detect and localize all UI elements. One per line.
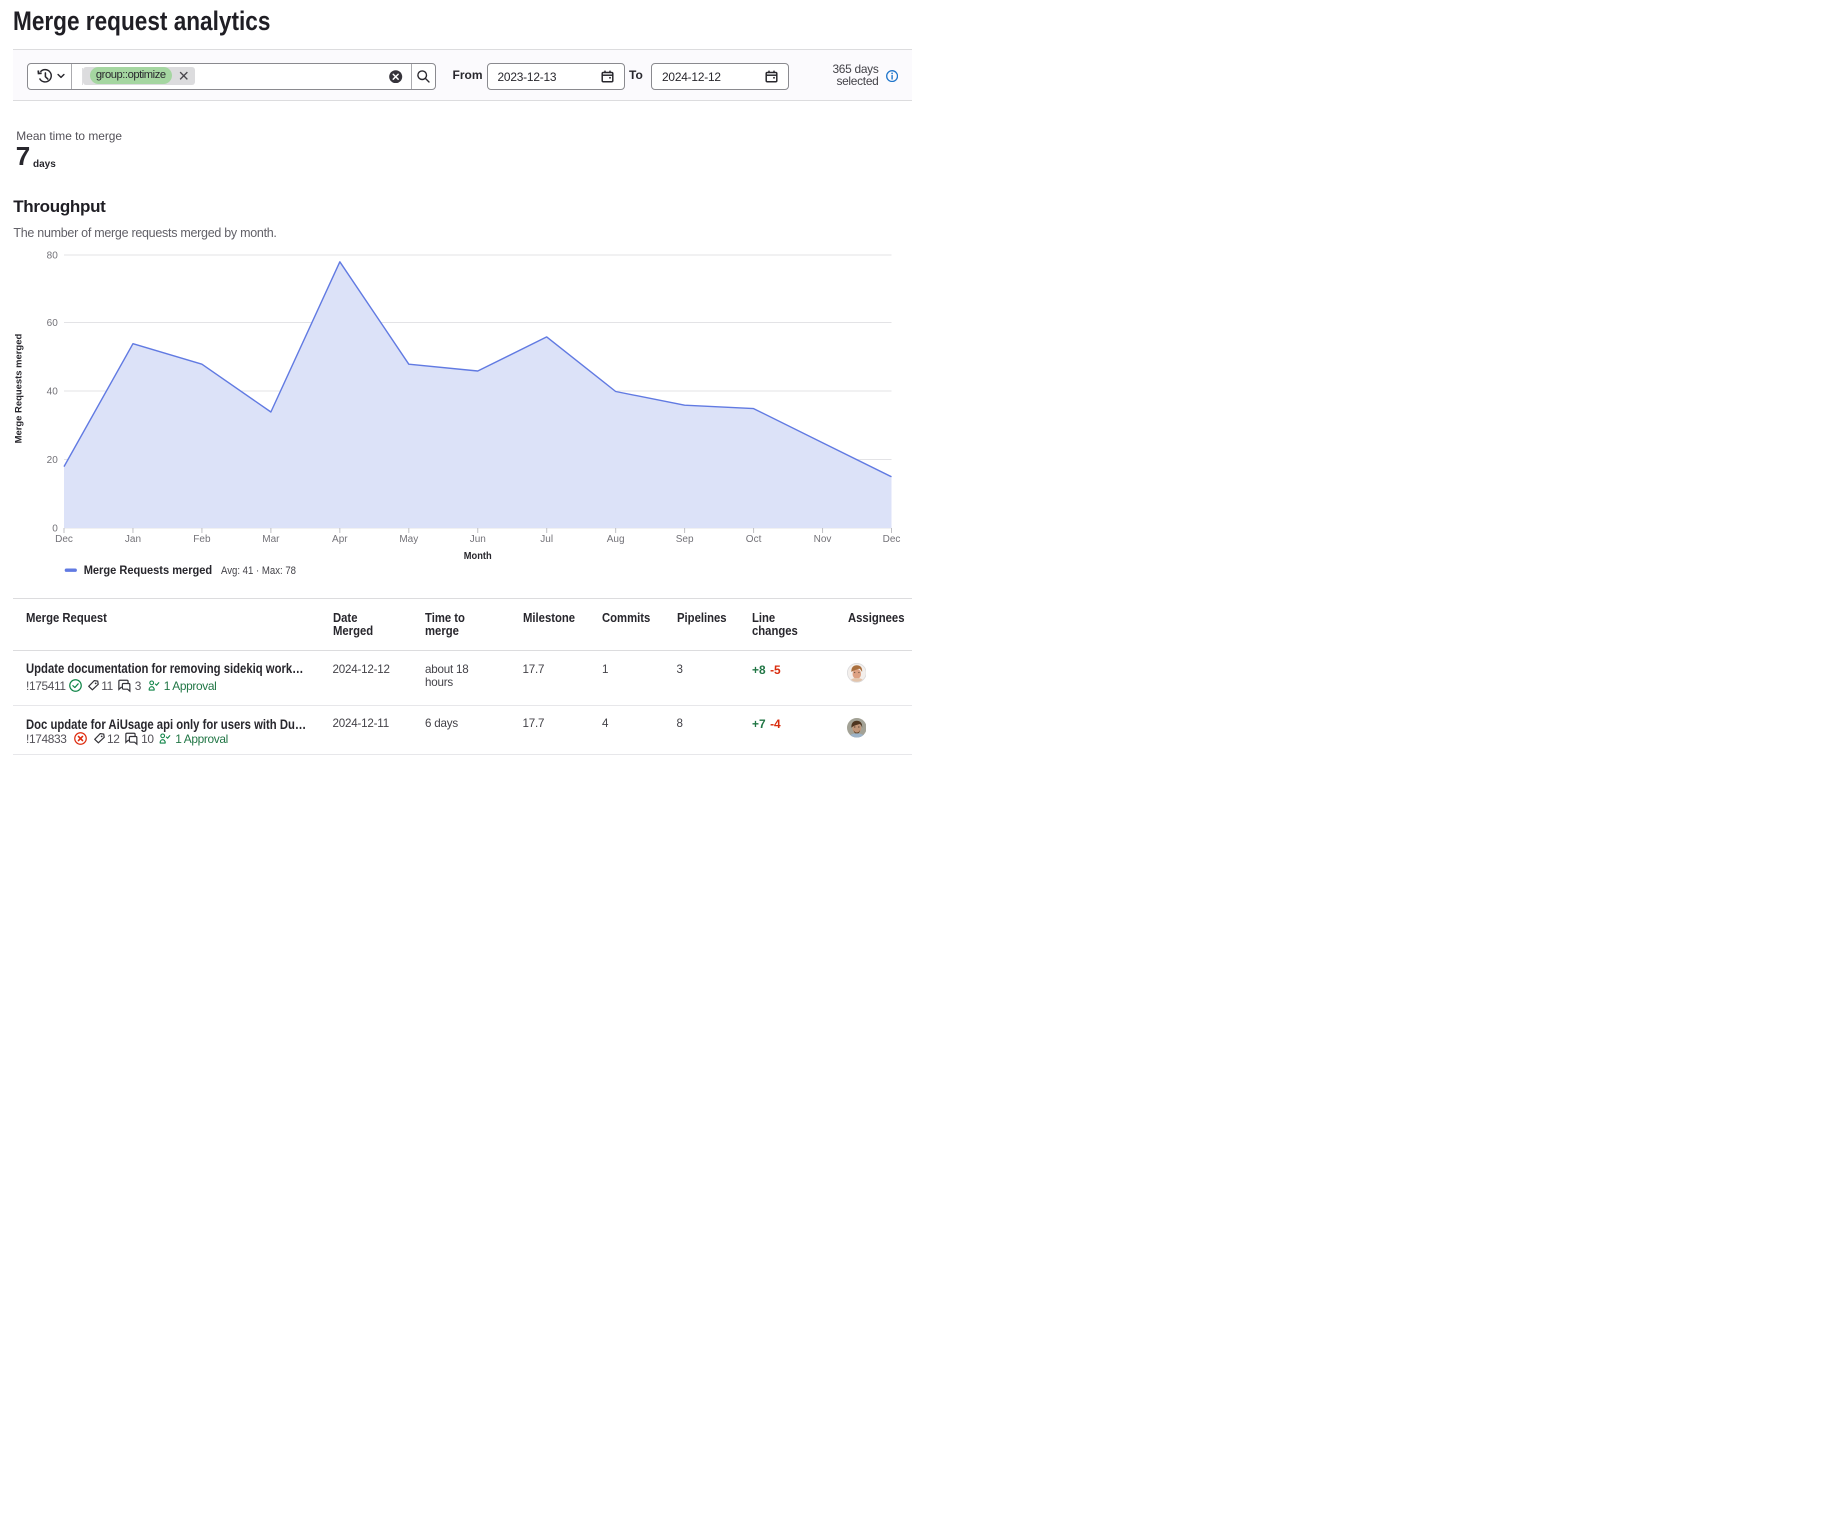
svg-text:Oct: Oct xyxy=(746,534,762,545)
svg-text:Dec: Dec xyxy=(883,534,901,545)
svg-text:80: 80 xyxy=(47,251,59,262)
svg-text:Month: Month xyxy=(464,551,492,562)
svg-text:Nov: Nov xyxy=(814,534,832,545)
svg-text:Sep: Sep xyxy=(676,534,694,545)
svg-text:60: 60 xyxy=(47,318,59,329)
svg-text:Dec: Dec xyxy=(55,534,73,545)
svg-text:20: 20 xyxy=(47,455,59,466)
svg-text:Mar: Mar xyxy=(262,534,280,545)
svg-text:Aug: Aug xyxy=(607,534,625,545)
svg-text:40: 40 xyxy=(47,387,59,398)
svg-text:Merge Requests merged: Merge Requests merged xyxy=(14,334,25,444)
svg-text:Apr: Apr xyxy=(332,534,348,545)
svg-text:Jun: Jun xyxy=(470,534,486,545)
svg-text:Jul: Jul xyxy=(540,534,553,545)
svg-text:May: May xyxy=(399,534,418,545)
svg-text:Jan: Jan xyxy=(125,534,141,545)
svg-text:Avg: 41 · Max: 78: Avg: 41 · Max: 78 xyxy=(221,565,296,577)
svg-text:Merge Requests merged: Merge Requests merged xyxy=(84,564,213,577)
svg-text:Feb: Feb xyxy=(193,534,211,545)
